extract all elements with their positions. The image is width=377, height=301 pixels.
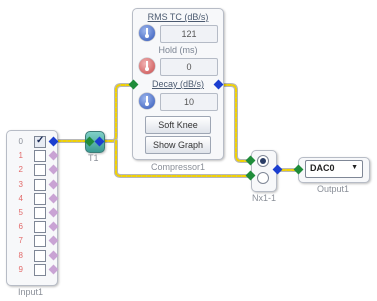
input-channel-label: 5 — [18, 208, 23, 217]
knob-pointer-icon — [145, 28, 149, 38]
rms-tc-label: RMS TC (dB/s) — [147, 12, 209, 22]
mux-radio-selected[interactable] — [257, 155, 269, 167]
compressor-block[interactable]: RMS TC (dB/s) 121 Hold (ms) 0 Decay (dB/… — [132, 8, 224, 160]
hold-knob[interactable] — [139, 58, 155, 74]
input-channel-checkbox[interactable] — [34, 221, 46, 234]
input-channel-label: 7 — [18, 236, 23, 246]
chevron-down-icon: ▼ — [351, 164, 358, 171]
input-channel-checkbox[interactable] — [34, 249, 46, 262]
decay-value[interactable]: 10 — [160, 93, 218, 111]
input-channel-checkbox[interactable]: ✓ — [34, 135, 46, 148]
dac-value: DAC0 — [310, 163, 335, 173]
input-channel-checkbox[interactable] — [34, 263, 46, 276]
input-channel-label: 4 — [18, 193, 23, 203]
hold-label: Hold (ms) — [158, 45, 198, 55]
input-channel-checkbox[interactable] — [34, 164, 46, 177]
compressor-caption: Compressor1 — [151, 162, 206, 172]
show-graph-button[interactable]: Show Graph — [145, 136, 211, 154]
input-channel-checkbox[interactable] — [34, 192, 46, 205]
rms-tc-value[interactable]: 121 — [160, 25, 218, 43]
decay-knob[interactable] — [139, 93, 155, 109]
input-channel-checkbox[interactable] — [34, 150, 46, 163]
input-channel-label: 9 — [18, 264, 23, 274]
knob-pointer-icon — [145, 96, 149, 106]
output-caption: Output1 — [317, 184, 350, 194]
input-channel-label: 1 — [18, 151, 23, 161]
knob-pointer-icon — [145, 61, 149, 71]
input-channel-label: 8 — [18, 250, 23, 260]
check-mark-icon: ✓ — [36, 135, 45, 146]
soft-knee-button[interactable]: Soft Knee — [145, 116, 211, 134]
hold-value[interactable]: 0 — [160, 58, 218, 76]
t1-caption: T1 — [88, 153, 99, 163]
input-caption: Input1 — [18, 287, 44, 297]
input-channel-label: 2 — [18, 165, 23, 175]
input-channel-checkbox[interactable] — [34, 178, 46, 191]
rms-tc-knob[interactable] — [139, 25, 155, 41]
wire-t1-to-compressor — [102, 83, 135, 143]
mux-caption: Nx1-1 — [252, 193, 277, 203]
mux-radio-unselected[interactable] — [257, 172, 269, 184]
input-channel-checkbox[interactable] — [34, 235, 46, 248]
input-channel-label: 3 — [18, 179, 23, 189]
input-channel-checkbox[interactable] — [34, 207, 46, 219]
input-channel-label: 0 — [18, 137, 23, 146]
dac-dropdown[interactable]: DAC0 ▼ — [305, 160, 363, 178]
decay-label: Decay (dB/s) — [151, 79, 204, 89]
input-channel-label: 6 — [18, 222, 23, 232]
